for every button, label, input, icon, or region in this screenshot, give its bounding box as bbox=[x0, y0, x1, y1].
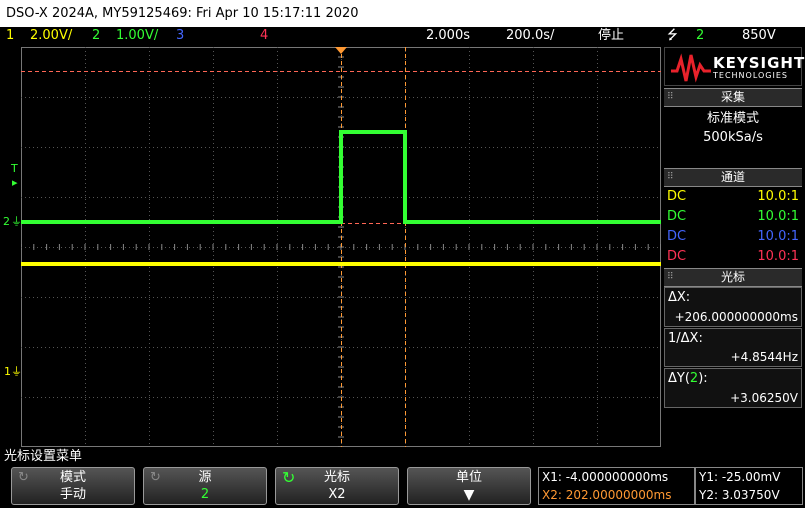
channel-row[interactable]: DC 10.0:1 bbox=[664, 207, 802, 227]
grip-icon: ⠿ bbox=[667, 92, 674, 102]
channels-title[interactable]: ⠿ 通道 bbox=[664, 168, 802, 187]
softkey-mode[interactable]: ↻ 模式 手动 bbox=[11, 467, 135, 505]
ch1-number[interactable]: 1 bbox=[6, 27, 14, 45]
ch2-scale[interactable]: 1.00V/ bbox=[116, 27, 158, 45]
trigger-level[interactable]: 850V bbox=[742, 27, 776, 45]
cursor-dy-suffix: ): bbox=[698, 371, 708, 386]
down-arrow-icon: ▼ bbox=[463, 487, 475, 503]
channel-probe: 10.0:1 bbox=[757, 249, 799, 264]
channels-title-label: 通道 bbox=[720, 170, 745, 184]
waveform-graticule bbox=[21, 47, 661, 447]
cursor-dx-label: ΔX: bbox=[668, 290, 691, 305]
trigger-source[interactable]: 2 bbox=[696, 27, 704, 45]
cursor-dy-channel: 2 bbox=[689, 371, 699, 386]
trigger-position-marker bbox=[335, 47, 347, 54]
waveform-display[interactable] bbox=[21, 47, 661, 447]
cursors-title-label: 光标 bbox=[720, 270, 745, 284]
ch2-number[interactable]: 2 bbox=[92, 27, 100, 45]
trigger-edge-icon: ⭍ bbox=[667, 28, 678, 43]
cursor-inv-box: 1/ΔX: +4.8544Hz bbox=[664, 328, 802, 367]
softkey-mode-label: 模式 bbox=[59, 470, 86, 485]
keysight-wave-icon bbox=[671, 53, 711, 83]
channel-row[interactable]: DC 10.0:1 bbox=[664, 227, 802, 247]
channel-coupling: DC bbox=[667, 229, 687, 244]
brand-sub: TECHNOLOGIES bbox=[713, 71, 788, 80]
cursors-title[interactable]: ⠿ 光标 bbox=[664, 268, 802, 287]
ch2-waveform bbox=[21, 130, 661, 224]
channel-coupling: DC bbox=[667, 249, 687, 264]
softkey-cursor[interactable]: ↻ 光标 X2 bbox=[275, 467, 399, 505]
ch1-scale[interactable]: 2.00V/ bbox=[30, 27, 72, 45]
acquire-mode: 标准模式 bbox=[706, 111, 759, 126]
horizontal-delay[interactable]: 200.0s/ bbox=[506, 27, 554, 45]
cursor-dy-value: +3.06250V bbox=[730, 391, 798, 405]
channel-coupling: DC bbox=[667, 189, 687, 204]
timebase-scale[interactable]: 2.000s bbox=[426, 27, 470, 45]
brand-name: KEYSIGHT bbox=[713, 54, 805, 72]
channel-coupling: DC bbox=[667, 209, 687, 224]
side-panel: KEYSIGHT TECHNOLOGIES ⠿ 采集 标准模式 500kSa/s… bbox=[664, 47, 805, 447]
grip-icon: ⠿ bbox=[667, 272, 674, 282]
grip-icon: ⠿ bbox=[667, 172, 674, 182]
cursor-x-readout: X1: -4.000000000ms X2: 202.00000000ms bbox=[538, 467, 695, 505]
keysight-logo: KEYSIGHT TECHNOLOGIES bbox=[664, 47, 805, 86]
softkey-units-label: 单位 bbox=[455, 470, 482, 485]
cursor-y-readout: Y1: -25.00mV Y2: 3.03750V bbox=[695, 467, 803, 505]
cursor-dx-box: ΔX: +206.000000000ms bbox=[664, 287, 802, 327]
cursor-dx-value: +206.000000000ms bbox=[674, 310, 798, 324]
cursor-inv-value: +4.8544Hz bbox=[730, 350, 798, 364]
softkey-mode-value: 手动 bbox=[59, 487, 86, 502]
cursor-dy-box: ΔY(2): +3.06250V bbox=[664, 368, 802, 408]
ch3-number[interactable]: 3 bbox=[176, 27, 184, 45]
channel-probe: 10.0:1 bbox=[757, 229, 799, 244]
softkey-source-label: 源 bbox=[198, 470, 212, 485]
channel-row[interactable]: DC 10.0:1 bbox=[664, 247, 802, 267]
cursor-y1-readout: Y1: -25.00mV bbox=[699, 470, 781, 484]
window-title: DSO-X 2024A, MY59125469: Fri Apr 10 15:1… bbox=[0, 0, 805, 27]
run-state[interactable]: 停止 bbox=[598, 27, 624, 45]
acquire-box: 标准模式 500kSa/s bbox=[664, 107, 802, 168]
menu-title: 光标设置菜单 bbox=[4, 449, 83, 464]
trigger-arrow-icon: ▸ bbox=[12, 176, 18, 189]
cursor-x2-readout: X2: 202.00000000ms bbox=[542, 488, 672, 502]
cursor-x1-readout: X1: -4.000000000ms bbox=[542, 470, 669, 484]
ch2-ground-marker[interactable]: 2 bbox=[3, 216, 10, 228]
softkey-cursor-label: 光标 bbox=[323, 470, 350, 485]
trigger-level-marker[interactable]: T bbox=[11, 163, 18, 175]
cursor-dy-label: ΔY(2): bbox=[668, 371, 708, 387]
softkey-units[interactable]: 单位 ▼ bbox=[407, 467, 531, 505]
cursor-dy-prefix: ΔY( bbox=[668, 371, 690, 386]
acquire-rate: 500kSa/s bbox=[703, 130, 763, 145]
ch4-number[interactable]: 4 bbox=[260, 27, 268, 45]
channel-probe: 10.0:1 bbox=[757, 209, 799, 224]
status-bar: 1 2.00V/ 2 1.00V/ 3 4 2.000s 200.0s/ 停止 … bbox=[0, 27, 805, 45]
acquire-title[interactable]: ⠿ 采集 bbox=[664, 88, 802, 107]
softkey-cursor-value: X2 bbox=[328, 487, 346, 502]
cursor-y2-readout: Y2: 3.03750V bbox=[699, 488, 780, 502]
cursor-inv-label: 1/ΔX: bbox=[668, 331, 703, 346]
channel-row[interactable]: DC 10.0:1 bbox=[664, 187, 802, 207]
softkey-source-value: 2 bbox=[200, 487, 210, 502]
ch1-ground-marker[interactable]: 1 bbox=[4, 366, 11, 378]
softkey-source[interactable]: ↻ 源 2 bbox=[143, 467, 267, 505]
acquire-title-label: 采集 bbox=[720, 90, 745, 104]
channel-probe: 10.0:1 bbox=[757, 189, 799, 204]
